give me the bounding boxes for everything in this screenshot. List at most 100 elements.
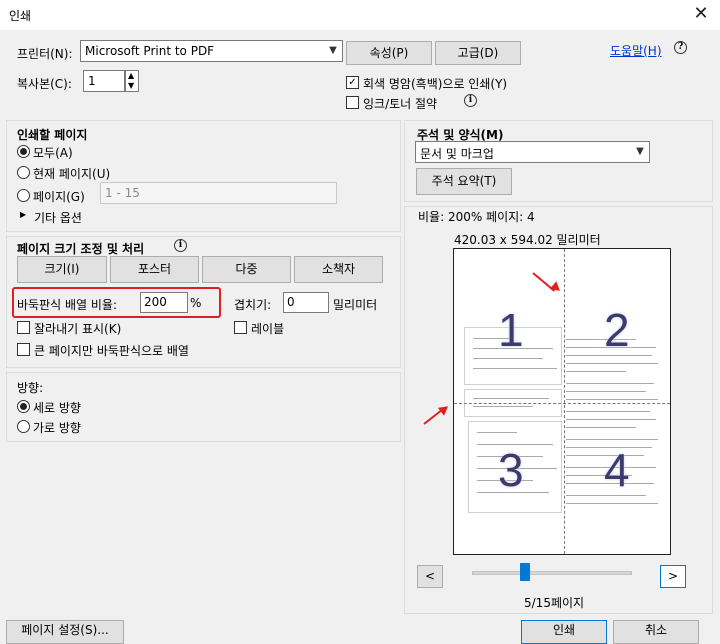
save-ink-label: 잉크/토너 절약 <box>363 97 438 111</box>
page-indicator: 5/15페이지 <box>524 596 585 610</box>
cut-marks-label: 잘라내기 표시(K) <box>34 322 122 336</box>
copies-stepper[interactable]: ▲ ▼ <box>125 70 139 92</box>
properties-button-label: 속성(P) <box>369 46 409 60</box>
pages-range-value: 1 - 15 <box>105 186 140 200</box>
doc-line <box>473 368 557 369</box>
doc-line <box>566 391 646 392</box>
multiple-button-label: 다중 <box>235 262 258 276</box>
preview-size-info: 420.03 x 594.02 밀리미터 <box>454 233 601 247</box>
doc-line <box>477 432 517 433</box>
doc-line <box>566 383 654 384</box>
overlap-label: 겹치기: <box>234 298 272 312</box>
save-ink-checkbox[interactable] <box>346 96 359 109</box>
window-title: 인쇄 <box>9 9 32 23</box>
help-icon[interactable]: ? <box>674 41 687 54</box>
triangle-right-icon[interactable]: ▶ <box>20 210 26 219</box>
advanced-button[interactable]: 고급(D) <box>435 41 521 65</box>
cut-marks-checkbox[interactable] <box>17 321 30 334</box>
grayscale-checkbox[interactable]: ✓ <box>346 76 359 89</box>
title-bar <box>0 0 720 30</box>
tile-number: 2 <box>604 304 630 356</box>
cancel-button[interactable]: 취소 <box>613 620 699 644</box>
tile-scale-unit: % <box>190 296 202 310</box>
next-page-button[interactable]: > <box>660 565 686 588</box>
summarize-comments-button[interactable]: 주석 요약(T) <box>416 168 512 195</box>
chevron-up-icon[interactable]: ▲ <box>128 71 134 80</box>
radio-all[interactable] <box>17 145 30 158</box>
page-setup-button[interactable]: 페이지 설정(S)... <box>6 620 124 644</box>
printer-select[interactable]: Microsoft Print to PDF ▼ <box>80 40 343 62</box>
print-button-label: 인쇄 <box>552 623 576 637</box>
preview-scale-info: 비율: 200% 페이지: 4 <box>418 210 535 224</box>
chevron-down-icon[interactable]: ▼ <box>128 81 134 90</box>
doc-line <box>566 439 658 440</box>
tile-number: 1 <box>498 304 524 356</box>
properties-button[interactable]: 속성(P) <box>346 41 432 65</box>
radio-all-label: 모두(A) <box>33 146 73 160</box>
printer-label: 프린터(N): <box>17 47 73 61</box>
preview-sheet: 1 2 3 4 <box>453 248 671 555</box>
doc-line <box>473 398 549 399</box>
poster-button[interactable]: 포스터 <box>110 256 199 283</box>
radio-current[interactable] <box>17 166 30 179</box>
tile-divider-vertical <box>564 249 565 554</box>
size-button[interactable]: 크기(I) <box>17 256 107 283</box>
chevron-left-icon: < <box>424 569 436 583</box>
page-setup-label: 페이지 설정(S)... <box>21 623 109 637</box>
info-icon[interactable]: i <box>174 239 187 252</box>
summarize-comments-label: 주석 요약(T) <box>431 174 497 188</box>
tile-large-checkbox[interactable] <box>17 343 30 356</box>
radio-portrait-label: 세로 방향 <box>33 401 81 415</box>
page-slider-track[interactable] <box>472 571 632 575</box>
chevron-down-icon: ▼ <box>329 45 337 56</box>
multiple-button[interactable]: 다중 <box>202 256 291 283</box>
page-sizing-title: 페이지 크기 조정 및 처리 <box>17 242 145 256</box>
printer-selected: Microsoft Print to PDF <box>85 44 215 58</box>
tile-number: 4 <box>604 444 630 496</box>
close-icon[interactable]: ✕ <box>688 2 714 26</box>
tile-scale-label: 바둑판식 배열 비율: <box>17 298 117 312</box>
radio-current-label: 현재 페이지(U) <box>33 167 111 181</box>
tile-scale-input[interactable]: 200 <box>140 292 188 313</box>
booklet-button[interactable]: 소책자 <box>294 256 383 283</box>
info-icon[interactable]: i <box>464 94 477 107</box>
labels-checkbox[interactable] <box>234 321 247 334</box>
doc-line <box>473 406 533 407</box>
radio-pages-label: 페이지(G) <box>33 190 85 204</box>
prev-page-button[interactable]: < <box>417 565 443 588</box>
doc-line <box>566 503 658 504</box>
chevron-right-icon: > <box>667 569 679 583</box>
print-button[interactable]: 인쇄 <box>521 620 607 644</box>
labels-label: 레이블 <box>251 322 285 336</box>
comments-select[interactable]: 문서 및 마크업 ▼ <box>415 141 650 163</box>
doc-line <box>566 419 656 420</box>
doc-line <box>566 371 626 372</box>
overlap-unit: 밀리미터 <box>333 298 378 312</box>
comments-selected: 문서 및 마크업 <box>420 147 494 161</box>
chevron-down-icon: ▼ <box>636 146 644 157</box>
booklet-button-label: 소책자 <box>321 262 356 276</box>
copies-input[interactable]: 1 <box>83 70 125 92</box>
size-button-label: 크기(I) <box>44 262 80 276</box>
doc-line <box>566 427 636 428</box>
radio-portrait[interactable] <box>17 400 30 413</box>
tile-scale-value: 200 <box>144 295 167 309</box>
pages-to-print-title: 인쇄할 페이지 <box>17 128 88 142</box>
tile-divider-horizontal <box>454 403 670 404</box>
overlap-input[interactable]: 0 <box>283 292 329 313</box>
doc-line <box>566 399 658 400</box>
pages-range-input[interactable]: 1 - 15 <box>100 182 337 204</box>
radio-landscape[interactable] <box>17 420 30 433</box>
orientation-title: 방향: <box>17 381 44 395</box>
radio-landscape-label: 가로 방향 <box>33 421 81 435</box>
page-slider-thumb[interactable] <box>519 563 530 581</box>
doc-line <box>566 411 650 412</box>
doc-line <box>473 358 543 359</box>
copies-value: 1 <box>88 74 96 88</box>
radio-pages[interactable] <box>17 189 30 202</box>
more-options-label[interactable]: 기타 옵션 <box>34 209 82 226</box>
help-link[interactable]: 도움말(H) <box>610 42 662 59</box>
grayscale-label: 회색 명암(흑백)으로 인쇄(Y) <box>363 77 508 91</box>
advanced-button-label: 고급(D) <box>457 46 499 60</box>
copies-label: 복사본(C): <box>17 77 72 91</box>
